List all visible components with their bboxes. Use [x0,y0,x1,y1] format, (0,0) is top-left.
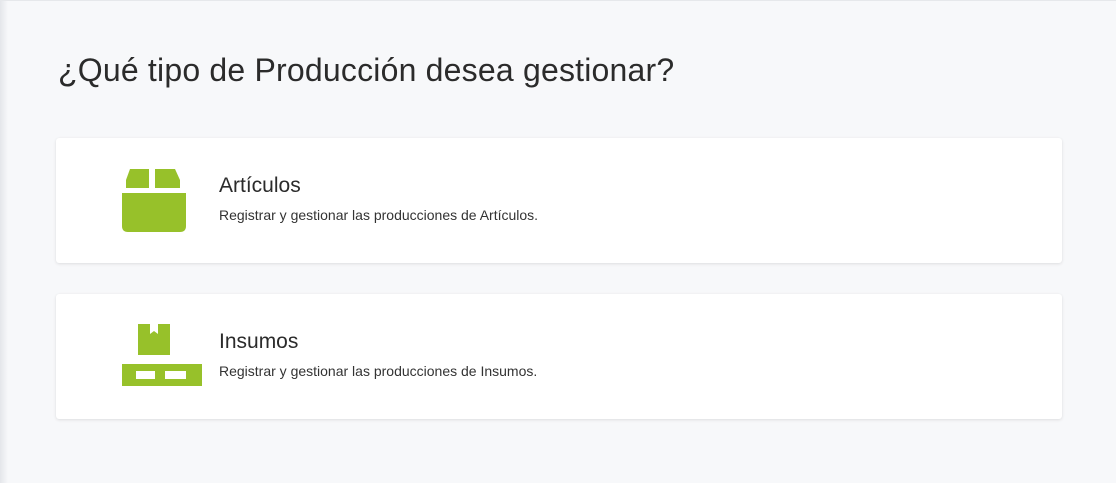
page-title: ¿Qué tipo de Producción desea gestionar? [58,52,675,88]
box-icon [122,169,186,232]
option-description: Registrar y gestionar las producciones d… [219,363,538,379]
left-shadow [0,0,8,483]
top-divider [0,0,1116,1]
option-card-articulos[interactable]: Artículos Registrar y gestionar las prod… [56,138,1062,263]
option-card-insumos[interactable]: Insumos Registrar y gestionar las produc… [56,294,1062,419]
pallet-icon [122,324,202,386]
option-title: Artículos [219,174,301,197]
option-description: Registrar y gestionar las producciones d… [219,207,539,223]
option-title: Insumos [219,330,299,353]
